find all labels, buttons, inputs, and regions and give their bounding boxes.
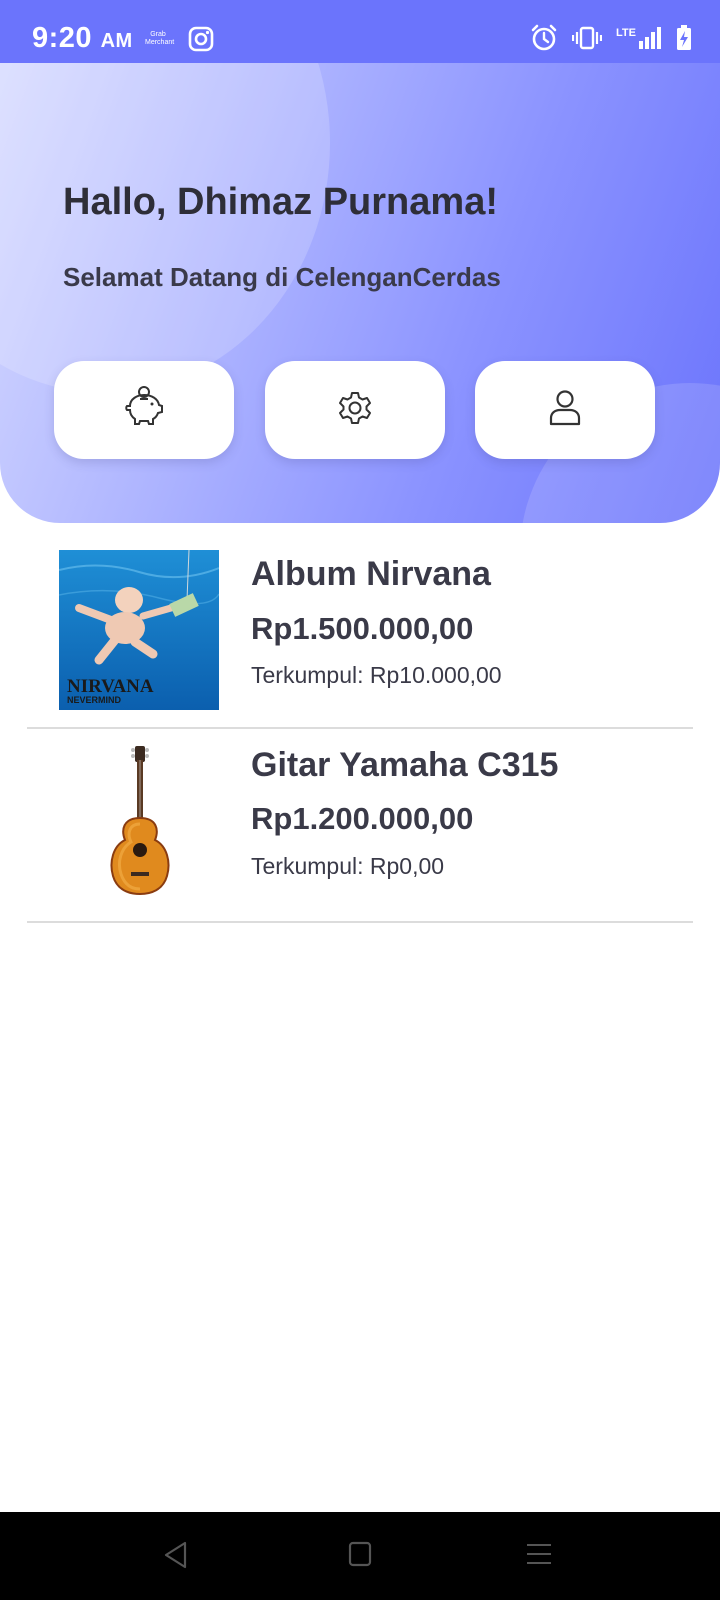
item-saved-amount: Terkumpul: Rp0,00 (251, 853, 445, 879)
profile-button[interactable] (475, 361, 655, 459)
home-icon[interactable] (347, 1540, 373, 1573)
item-saved-amount: Terkumpul: Rp10.000,00 (251, 662, 502, 688)
album-cover-title: NIRVANA (67, 676, 154, 697)
album-cover-image: NIRVANA NEVERMIND (58, 549, 220, 710)
alarm-icon (530, 24, 558, 57)
network-type: LTE (616, 26, 636, 39)
instagram-icon (188, 26, 214, 57)
item-price: Rp1.200.000,00 (251, 801, 474, 836)
guitar-image (59, 744, 219, 904)
decorative-blob (0, 63, 330, 393)
piggy-bank-icon (122, 385, 166, 435)
recents-menu-icon[interactable] (525, 1540, 553, 1573)
list-item[interactable]: Gitar Yamaha C315 Rp1.200.000,00 Terkump… (27, 729, 693, 923)
status-ampm: AM (100, 30, 133, 52)
vibrate-icon (571, 26, 603, 55)
settings-button[interactable] (265, 361, 445, 459)
welcome-subtitle: Selamat Datang di CelenganCerdas (63, 262, 501, 292)
system-navigation-bar (0, 1512, 720, 1600)
item-price: Rp1.500.000,00 (251, 611, 474, 646)
user-profile-icon (548, 389, 582, 432)
status-bar: 9:20 AM Grab Merchant LTE (0, 0, 720, 64)
header-banner: Hallo, Dhimaz Purnama! Selamat Datang di… (0, 63, 720, 523)
status-icons: LTE (530, 24, 692, 57)
settings-gear-icon (337, 390, 373, 431)
item-title: Gitar Yamaha C315 (251, 746, 559, 784)
greeting-title: Hallo, Dhimaz Purnama! (63, 181, 498, 223)
album-cover-subtitle: NEVERMIND (67, 695, 122, 705)
status-clock: 9:20 (32, 22, 93, 54)
grab-merchant-notification-icon: Grab Merchant (145, 31, 175, 46)
savings-button[interactable] (54, 361, 234, 459)
back-icon[interactable] (162, 1540, 190, 1575)
list-item[interactable]: NIRVANA NEVERMIND Album Nirvana Rp1.500.… (27, 535, 693, 729)
battery-charging-icon (676, 25, 692, 56)
status-time: 9:20 AM (32, 22, 133, 55)
signal-icon (638, 27, 662, 54)
item-title: Album Nirvana (251, 555, 491, 593)
